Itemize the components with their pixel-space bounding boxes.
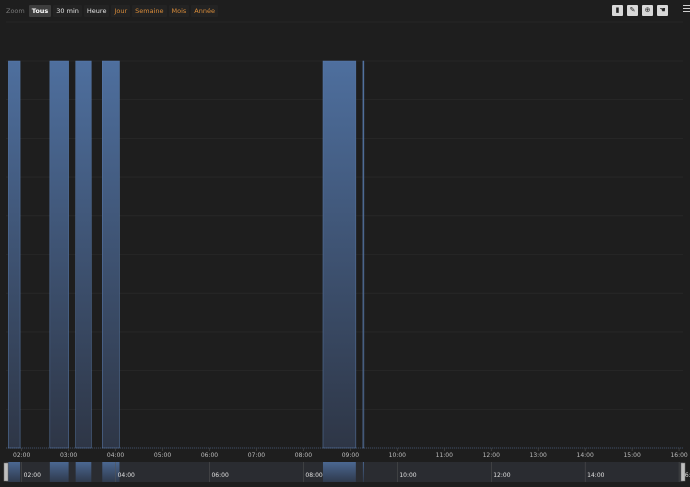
x-tick-label: 02:00 — [13, 452, 30, 459]
x-tick-label: 13:00 — [530, 452, 547, 459]
data-bar — [75, 60, 92, 449]
navigator-bar — [322, 462, 356, 482]
data-bar — [49, 60, 69, 449]
data-bar — [8, 60, 21, 449]
navigator-bar — [49, 462, 69, 482]
x-tick-label: 09:00 — [342, 452, 359, 459]
data-bar — [362, 60, 365, 449]
navigator-tick-label: 06:00 — [211, 472, 228, 479]
x-tick-label: 07:00 — [248, 452, 265, 459]
state-chart: 02:00 03:00 04:00 05:00 06:00 07:00 08:00 09:00… — [3, 21, 690, 482]
navigator-tick-label: 02:00 — [24, 472, 41, 479]
x-tick-label: 06:00 — [201, 452, 218, 459]
x-tick-label: 16:00 — [670, 452, 687, 459]
x-tick-label: 10:00 — [389, 452, 406, 459]
x-tick-label: 08:00 — [295, 452, 312, 459]
navigator-bar — [75, 462, 92, 482]
x-tick-label: 15:00 — [623, 452, 640, 459]
data-bar — [322, 60, 357, 449]
x-tick-label: 03:00 — [60, 452, 77, 459]
navigator-tick-label: 08:00 — [305, 472, 322, 479]
navigator-tick-label: 14:00 — [587, 472, 604, 479]
navigator-tick-label: 04:00 — [118, 472, 135, 479]
x-tick-label: 11:00 — [436, 452, 453, 459]
navigator-tick-label: 12:00 — [493, 472, 510, 479]
navigator-bar — [362, 462, 364, 482]
x-tick-label: 12:00 — [483, 452, 500, 459]
data-bar — [102, 60, 120, 449]
navigator: 02:0004:0006:0008:0010:0012:0014:0016:00 — [3, 462, 690, 482]
x-tick-label: 14:00 — [577, 452, 594, 459]
x-axis: 02:00 03:00 04:00 05:00 06:00 07:00 08:00 09:00… — [13, 448, 688, 459]
navigator-left-handle[interactable] — [3, 462, 9, 482]
x-tick-label: 05:00 — [154, 452, 171, 459]
x-tick-label: 04:00 — [107, 452, 124, 459]
navigator-right-handle[interactable] — [680, 462, 686, 482]
navigator-bar — [8, 462, 21, 482]
navigator-tick-label: 10:00 — [399, 472, 416, 479]
